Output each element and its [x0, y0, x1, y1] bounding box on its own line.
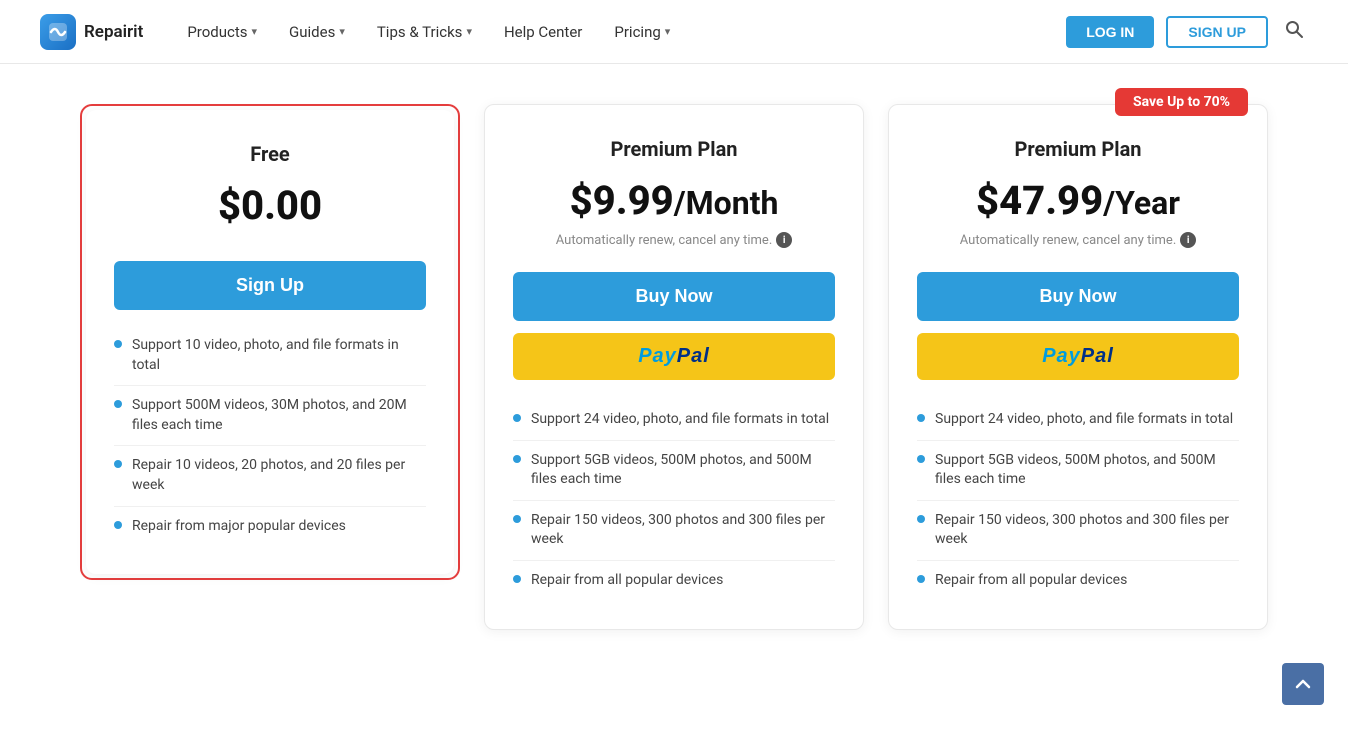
bullet-icon	[917, 515, 925, 523]
nav-pricing[interactable]: Pricing ▾	[602, 15, 682, 49]
premium-yearly-buy-button[interactable]: Buy Now	[917, 272, 1239, 321]
bullet-icon	[917, 414, 925, 422]
list-item: Support 24 video, photo, and file format…	[513, 400, 835, 441]
main-nav: Products ▾ Guides ▾ Tips & Tricks ▾ Help…	[175, 15, 1066, 49]
paypal-label: PayPal	[1042, 345, 1114, 367]
header-actions: LOG IN SIGN UP	[1066, 15, 1308, 48]
info-icon[interactable]: i	[776, 232, 792, 248]
logo-icon	[40, 14, 76, 50]
search-button[interactable]	[1280, 15, 1308, 48]
premium-monthly-wrapper: Premium Plan $9.99/Month Automatically r…	[484, 104, 864, 630]
bullet-icon	[513, 414, 521, 422]
list-item: Support 5GB videos, 500M photos, and 500…	[917, 441, 1239, 501]
list-item: Support 500M videos, 30M photos, and 20M…	[114, 386, 426, 446]
chevron-down-icon: ▾	[339, 25, 345, 38]
auto-renew-yearly: Automatically renew, cancel any time. i	[917, 232, 1239, 248]
list-item: Support 5GB videos, 500M photos, and 500…	[513, 441, 835, 501]
free-features-list: Support 10 video, photo, and file format…	[114, 326, 426, 546]
list-item: Support 10 video, photo, and file format…	[114, 326, 426, 386]
list-item: Repair 150 videos, 300 photos and 300 fi…	[917, 501, 1239, 561]
bullet-icon	[114, 460, 122, 468]
list-item: Repair from all popular devices	[513, 561, 835, 601]
premium-monthly-paypal-button[interactable]: PayPal	[513, 333, 835, 380]
pricing-section: Free $0.00 Sign Up Support 10 video, pho…	[0, 64, 1348, 670]
logo[interactable]: Repairit	[40, 14, 143, 50]
premium-monthly-card: Premium Plan $9.99/Month Automatically r…	[484, 104, 864, 630]
back-to-top-button[interactable]	[1282, 663, 1324, 705]
list-item: Repair 150 videos, 300 photos and 300 fi…	[513, 501, 835, 561]
chevron-down-icon: ▾	[252, 25, 258, 38]
login-button[interactable]: LOG IN	[1066, 16, 1154, 48]
free-plan-wrapper: Free $0.00 Sign Up Support 10 video, pho…	[80, 104, 460, 580]
premium-monthly-title: Premium Plan	[513, 137, 835, 161]
premium-yearly-title: Premium Plan	[917, 137, 1239, 161]
list-item: Support 24 video, photo, and file format…	[917, 400, 1239, 441]
paypal-label: PayPal	[638, 345, 710, 367]
premium-monthly-buy-button[interactable]: Buy Now	[513, 272, 835, 321]
bullet-icon	[114, 521, 122, 529]
free-plan-price: $0.00	[114, 182, 426, 229]
bullet-icon	[513, 455, 521, 463]
premium-yearly-features: Support 24 video, photo, and file format…	[917, 400, 1239, 601]
premium-yearly-paypal-button[interactable]: PayPal	[917, 333, 1239, 380]
search-icon	[1284, 19, 1304, 39]
list-item: Repair from major popular devices	[114, 507, 426, 547]
info-icon[interactable]: i	[1180, 232, 1196, 248]
bullet-icon	[114, 340, 122, 348]
signup-button[interactable]: SIGN UP	[1166, 16, 1268, 48]
auto-renew-monthly: Automatically renew, cancel any time. i	[513, 232, 835, 248]
chevron-down-icon: ▾	[466, 25, 472, 38]
nav-products[interactable]: Products ▾	[175, 15, 269, 49]
list-item: Repair from all popular devices	[917, 561, 1239, 601]
bullet-icon	[114, 400, 122, 408]
list-item: Repair 10 videos, 20 photos, and 20 file…	[114, 446, 426, 506]
free-signup-button[interactable]: Sign Up	[114, 261, 426, 310]
logo-text: Repairit	[84, 22, 143, 42]
nav-guides[interactable]: Guides ▾	[277, 15, 357, 49]
free-plan-title: Free	[114, 142, 426, 166]
bullet-icon	[513, 575, 521, 583]
bullet-icon	[513, 515, 521, 523]
premium-yearly-wrapper: Save Up to 70% Premium Plan $47.99/Year …	[888, 104, 1268, 630]
nav-tips-tricks[interactable]: Tips & Tricks ▾	[365, 15, 484, 49]
header: Repairit Products ▾ Guides ▾ Tips & Tric…	[0, 0, 1348, 64]
bullet-icon	[917, 455, 925, 463]
chevron-up-icon	[1294, 675, 1312, 693]
premium-monthly-features: Support 24 video, photo, and file format…	[513, 400, 835, 601]
save-badge: Save Up to 70%	[1115, 88, 1248, 116]
bullet-icon	[917, 575, 925, 583]
chevron-down-icon: ▾	[665, 25, 671, 38]
premium-yearly-price: $47.99/Year	[917, 177, 1239, 224]
premium-yearly-card: Premium Plan $47.99/Year Automatically r…	[888, 104, 1268, 630]
free-plan-card: Free $0.00 Sign Up Support 10 video, pho…	[86, 110, 454, 574]
premium-monthly-price: $9.99/Month	[513, 177, 835, 224]
nav-help-center[interactable]: Help Center	[492, 15, 594, 49]
